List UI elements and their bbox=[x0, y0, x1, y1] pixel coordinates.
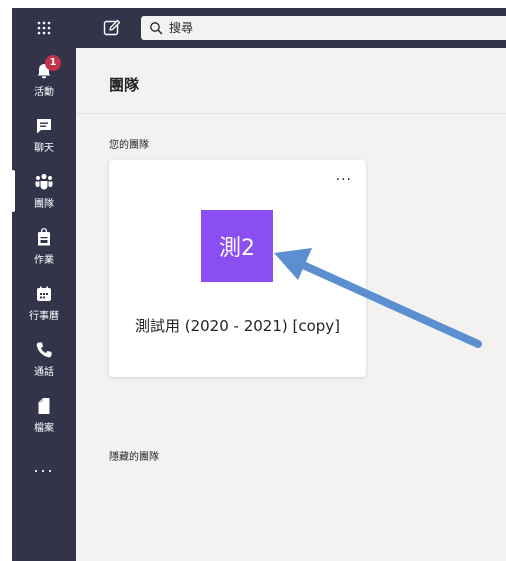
rail-item-label: 團隊 bbox=[34, 199, 54, 210]
compose-icon[interactable] bbox=[102, 18, 122, 38]
file-icon bbox=[38, 398, 50, 414]
rail-item-assignments[interactable]: 作業 bbox=[12, 220, 76, 276]
header-divider bbox=[76, 113, 506, 114]
more-icon: ... bbox=[33, 457, 55, 476]
backpack-icon bbox=[38, 228, 50, 246]
search-input[interactable] bbox=[169, 21, 469, 35]
rail-item-calendar[interactable]: 行事曆 bbox=[12, 276, 76, 332]
app-rail: 1 活動 聊天 團隊 作業 行事曆 通話 檔案 ... bbox=[12, 48, 76, 561]
rail-item-label: 行事曆 bbox=[29, 311, 59, 322]
phone-icon bbox=[36, 342, 52, 358]
search-bar[interactable] bbox=[141, 16, 506, 40]
rail-item-label: 作業 bbox=[34, 255, 54, 266]
waffle-icon bbox=[37, 21, 51, 35]
rail-item-label: 通話 bbox=[34, 367, 54, 378]
team-card[interactable]: ... 測2 測試用 (2020 - 2021) [copy] bbox=[109, 160, 366, 377]
rail-item-label: 檔案 bbox=[34, 423, 54, 434]
chat-icon bbox=[37, 119, 51, 134]
teams-app: 1 活動 聊天 bbox=[12, 8, 506, 561]
hidden-teams-label: 隱藏的團隊 bbox=[109, 452, 159, 463]
rail-item-activity[interactable]: 1 活動 bbox=[12, 52, 76, 108]
more-options-button[interactable]: ... bbox=[336, 168, 352, 184]
calendar-icon bbox=[37, 286, 51, 301]
rail-item-files[interactable]: 檔案 bbox=[12, 388, 76, 444]
your-teams-label: 您的團隊 bbox=[109, 140, 149, 151]
notification-badge: 1 bbox=[45, 55, 61, 71]
team-avatar: 測2 bbox=[201, 210, 273, 282]
rail-item-label: 聊天 bbox=[34, 143, 54, 154]
rail-item-calls[interactable]: 通話 bbox=[12, 332, 76, 388]
search-icon bbox=[150, 22, 163, 35]
rail-item-teams[interactable]: 團隊 bbox=[12, 164, 76, 220]
rail-item-chat[interactable]: 聊天 bbox=[12, 108, 76, 164]
active-indicator bbox=[12, 170, 15, 212]
rail-item-label: 活動 bbox=[34, 87, 54, 98]
teams-icon bbox=[35, 173, 53, 190]
more-apps-button[interactable]: ... bbox=[12, 452, 76, 482]
app-launcher-button[interactable] bbox=[12, 8, 76, 48]
team-name: 測試用 (2020 - 2021) [copy] bbox=[134, 317, 341, 335]
page-title: 團隊 bbox=[109, 76, 140, 94]
top-bar bbox=[12, 8, 506, 48]
